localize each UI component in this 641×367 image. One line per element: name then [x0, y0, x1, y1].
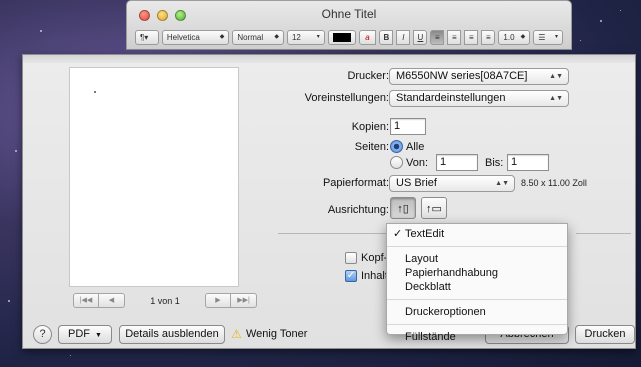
pages-to-field[interactable]: 1 — [507, 154, 549, 171]
rewrap-contents-label: Inhalt — [361, 270, 388, 282]
preview-content-mark — [94, 91, 96, 93]
pages-from-field[interactable]: 1 — [436, 154, 478, 171]
updown-icon: ▲▼ — [549, 73, 563, 80]
paper-size-popup[interactable]: US Brief ▲▼ — [389, 175, 515, 192]
hide-details-button[interactable]: Details ausblenden — [119, 325, 225, 344]
section-divider-right — [576, 233, 631, 234]
copies-field[interactable]: 1 — [390, 118, 426, 135]
previous-page-button[interactable]: ◀ — [99, 293, 125, 308]
align-center-button[interactable]: ≡ — [447, 30, 462, 45]
paper-size-label: Papierformat: — [322, 177, 389, 189]
section-divider-left — [278, 233, 386, 234]
updown-icon: ▲▼ — [495, 180, 509, 187]
menu-item-supply-levels[interactable]: Füllstände — [387, 330, 567, 344]
italic-button[interactable]: I — [396, 30, 411, 45]
align-right-button[interactable]: ≡ — [464, 30, 479, 45]
print-options-menu: ✓ TextEdit Layout Papierhandhabung Deckb… — [386, 223, 568, 343]
font-style-popup[interactable]: Normal ◆ — [232, 30, 284, 45]
format-bar: ¶▾ Helvetica ◆ Normal ◆ 12 ▾ a B I U ≡ ≡ ≡ … — [135, 29, 563, 46]
updown-icon: ▲▼ — [549, 95, 563, 102]
pages-label: Seiten: — [354, 141, 389, 153]
pdf-menu-button[interactable]: PDF ▼ — [58, 325, 112, 344]
text-color-well[interactable] — [327, 30, 356, 45]
landscape-orientation-button[interactable]: ↑▭ — [421, 197, 447, 219]
page-indicator: 1 von 1 — [150, 295, 180, 306]
paper-dimensions: 8.50 x 11.00 Zoll — [521, 178, 587, 188]
menu-separator — [387, 324, 567, 325]
checkmark-icon: ✓ — [393, 228, 403, 240]
next-page-controls: ▶ ▶▶| — [205, 293, 257, 308]
header-footer-checkbox[interactable] — [345, 252, 357, 264]
menu-separator — [387, 246, 567, 247]
orientation-label: Ausrichtung: — [327, 204, 389, 216]
align-left-button[interactable]: ≡ — [430, 30, 445, 45]
print-button[interactable]: Drucken — [575, 325, 635, 344]
portrait-orientation-button[interactable]: ↑▯ — [390, 197, 416, 219]
highlight-color-button[interactable]: a — [358, 30, 377, 45]
portrait-icon: ↑▯ — [397, 202, 409, 215]
menu-item-paper-handling[interactable]: Papierhandhabung — [387, 266, 567, 280]
pages-to-label: Bis: — [485, 157, 504, 169]
presets-popup[interactable]: Standardeinstellungen ▲▼ — [389, 90, 569, 107]
landscape-icon: ↑▭ — [426, 202, 442, 215]
bold-button[interactable]: B — [379, 30, 394, 45]
chevron-down-icon: ▼ — [95, 332, 102, 339]
pages-all-label: Alle — [406, 141, 425, 153]
last-page-button[interactable]: ▶▶| — [231, 293, 257, 308]
menu-item-printer-options[interactable]: Druckeroptionen — [387, 305, 567, 319]
printer-label: Drucker: — [347, 70, 389, 82]
menu-item-textedit[interactable]: ✓ TextEdit — [387, 227, 567, 241]
sheet-top-edge — [23, 55, 635, 63]
warning-icon: ⚠ — [231, 327, 242, 341]
header-footer-label: Kopf- — [361, 252, 388, 264]
copies-label: Kopien: — [351, 121, 389, 133]
toner-warning: Wenig Toner — [246, 328, 308, 340]
next-page-button[interactable]: ▶ — [205, 293, 231, 308]
font-size-field[interactable]: 12 ▾ — [286, 30, 325, 45]
list-style-popup[interactable]: ☰ ▾ — [533, 30, 563, 45]
menu-item-cover-page[interactable]: Deckblatt — [387, 280, 567, 294]
window-titlebar: Ohne Titel ¶▾ Helvetica ◆ Normal ◆ 12 ▾ a B… — [126, 0, 572, 50]
pages-all-radio[interactable] — [390, 140, 403, 153]
prev-page-controls: |◀◀ ◀ — [73, 293, 125, 308]
font-family-popup[interactable]: Helvetica ◆ — [161, 30, 230, 45]
align-justify-button[interactable]: ≡ — [481, 30, 496, 45]
printer-popup[interactable]: M6550NW series[08A7CE] ▲▼ — [389, 68, 569, 85]
line-spacing-popup[interactable]: 1.0 ◆ — [498, 30, 531, 45]
first-page-button[interactable]: |◀◀ — [73, 293, 99, 308]
menu-item-layout[interactable]: Layout — [387, 252, 567, 266]
menu-separator — [387, 299, 567, 300]
preview-navigation: |◀◀ ◀ 1 von 1 ▶ ▶▶| — [73, 293, 257, 308]
print-preview — [69, 67, 239, 287]
paragraph-style-popup[interactable]: ¶▾ — [135, 30, 159, 45]
underline-button[interactable]: U — [413, 30, 428, 45]
rewrap-contents-checkbox[interactable]: ✓ — [345, 270, 357, 282]
pages-range-radio[interactable] — [390, 156, 403, 169]
pages-from-label: Von: — [406, 157, 429, 169]
help-button[interactable]: ? — [33, 325, 52, 344]
list-icon: ☰ — [538, 33, 546, 42]
window-title: Ohne Titel — [321, 7, 377, 21]
presets-label: Voreinstellungen: — [304, 92, 389, 104]
